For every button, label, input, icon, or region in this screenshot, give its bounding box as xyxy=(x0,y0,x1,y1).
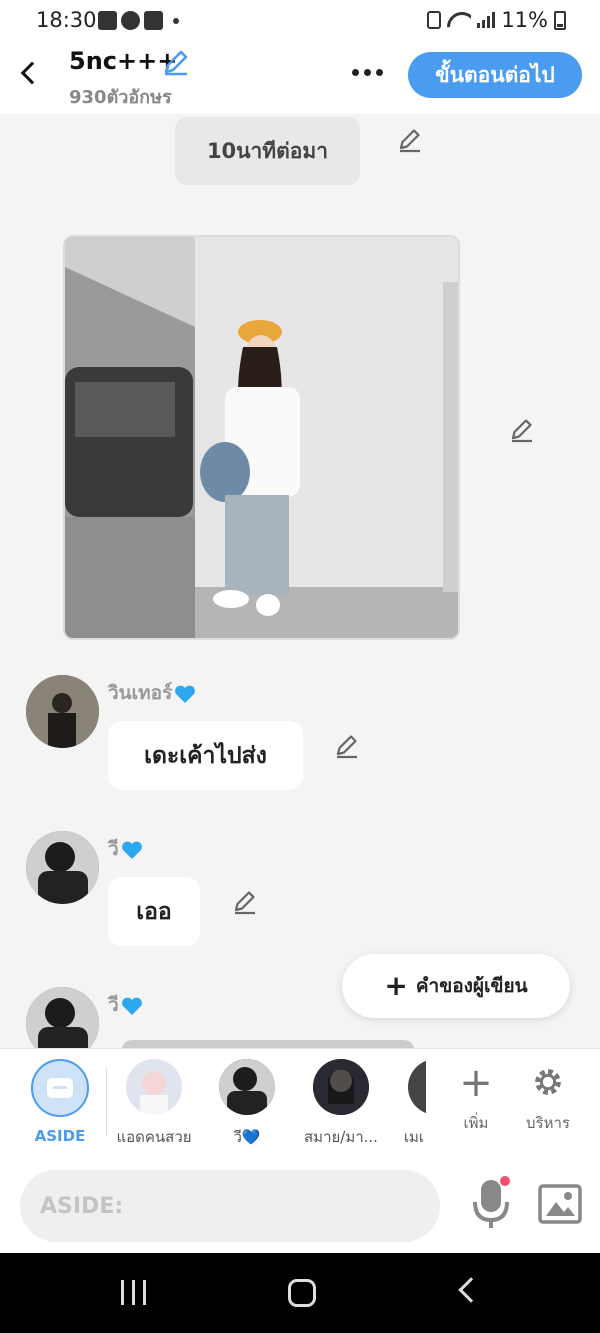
avatar[interactable] xyxy=(26,987,99,1048)
home-button[interactable] xyxy=(288,1279,316,1307)
character-item[interactable]: วี💙 xyxy=(212,1059,282,1149)
status-bar: 18:30 11% xyxy=(0,0,600,44)
avatar xyxy=(313,1059,369,1115)
message-bubble[interactable]: เดะเค้าไปส่ง xyxy=(108,721,303,790)
character-name: วินเทอร์ xyxy=(108,678,196,708)
edit-time-marker-icon[interactable] xyxy=(396,126,424,154)
battery-percent: 11% xyxy=(501,8,548,32)
recent-apps-button[interactable] xyxy=(121,1280,146,1305)
signal-icon xyxy=(477,12,496,28)
author-note-button[interactable]: + คำของผู้เขียน xyxy=(342,954,570,1018)
character-name: วี xyxy=(108,834,143,864)
status-time: 18:30 xyxy=(36,8,97,32)
character-item[interactable]: เมเ xyxy=(402,1059,426,1149)
time-marker[interactable]: 10นาทีต่อมา xyxy=(175,117,360,185)
character-aside[interactable]: ASIDE xyxy=(28,1059,92,1145)
plus-icon: + xyxy=(459,1060,493,1106)
more-options-button[interactable] xyxy=(347,62,387,82)
avatar xyxy=(408,1059,426,1115)
header: 5nc+++ 930ตัวอักษร ขั้นตอนต่อไป xyxy=(0,44,600,114)
image-icon[interactable] xyxy=(538,1184,582,1224)
message-input[interactable] xyxy=(20,1170,440,1242)
alarm-icon xyxy=(427,11,442,29)
character-item[interactable]: แอดคนสวย xyxy=(112,1059,196,1149)
wifi-icon xyxy=(447,12,471,28)
character-item[interactable]: สมาย/มา... xyxy=(298,1059,384,1149)
avatar[interactable] xyxy=(26,675,99,748)
edit-photo-icon[interactable] xyxy=(508,416,536,444)
more-notifications-icon xyxy=(173,17,179,24)
chat-photo-partial[interactable] xyxy=(122,1040,414,1048)
blue-heart-icon xyxy=(121,840,143,860)
edit-message-icon[interactable] xyxy=(231,888,259,916)
character-name: วี xyxy=(108,990,143,1020)
plus-icon: + xyxy=(384,969,408,1002)
back-button[interactable] xyxy=(14,58,44,88)
message-bubble[interactable]: เออ xyxy=(108,877,200,946)
divider xyxy=(106,1067,107,1137)
blue-heart-icon xyxy=(174,684,196,704)
youtube-notification-icon xyxy=(144,11,163,30)
system-nav-bar xyxy=(0,1253,600,1333)
chat-area[interactable]: 10นาทีต่อมา วินเทอร์ เดะเค้าไปส่ง วี เออ… xyxy=(0,114,600,1048)
manage-characters-button[interactable]: บริหาร xyxy=(518,1063,578,1135)
edit-message-icon[interactable] xyxy=(333,732,361,760)
blue-heart-icon xyxy=(121,996,143,1016)
input-bar xyxy=(0,1158,600,1253)
avatar[interactable] xyxy=(26,831,99,904)
character-count: 930ตัวอักษร xyxy=(69,87,172,108)
chat-photo[interactable] xyxy=(63,235,460,640)
aside-icon xyxy=(31,1059,89,1117)
system-back-button[interactable] xyxy=(458,1277,484,1303)
add-character-button[interactable]: + เพิ่ม xyxy=(446,1063,506,1135)
battery-icon xyxy=(554,10,566,30)
edit-title-icon[interactable] xyxy=(162,48,190,76)
avatar xyxy=(219,1059,275,1115)
next-step-button[interactable]: ขั้นตอนต่อไป xyxy=(408,52,582,98)
gallery-notification-icon xyxy=(98,11,117,30)
notification-dot xyxy=(500,1176,510,1186)
character-selector: ASIDE แอดคนสวย วี💙 สมาย/มา... เมเ + เพิ่… xyxy=(0,1048,600,1158)
gear-icon xyxy=(518,1063,578,1111)
avatar xyxy=(126,1059,182,1115)
messenger-notification-icon xyxy=(121,11,140,30)
